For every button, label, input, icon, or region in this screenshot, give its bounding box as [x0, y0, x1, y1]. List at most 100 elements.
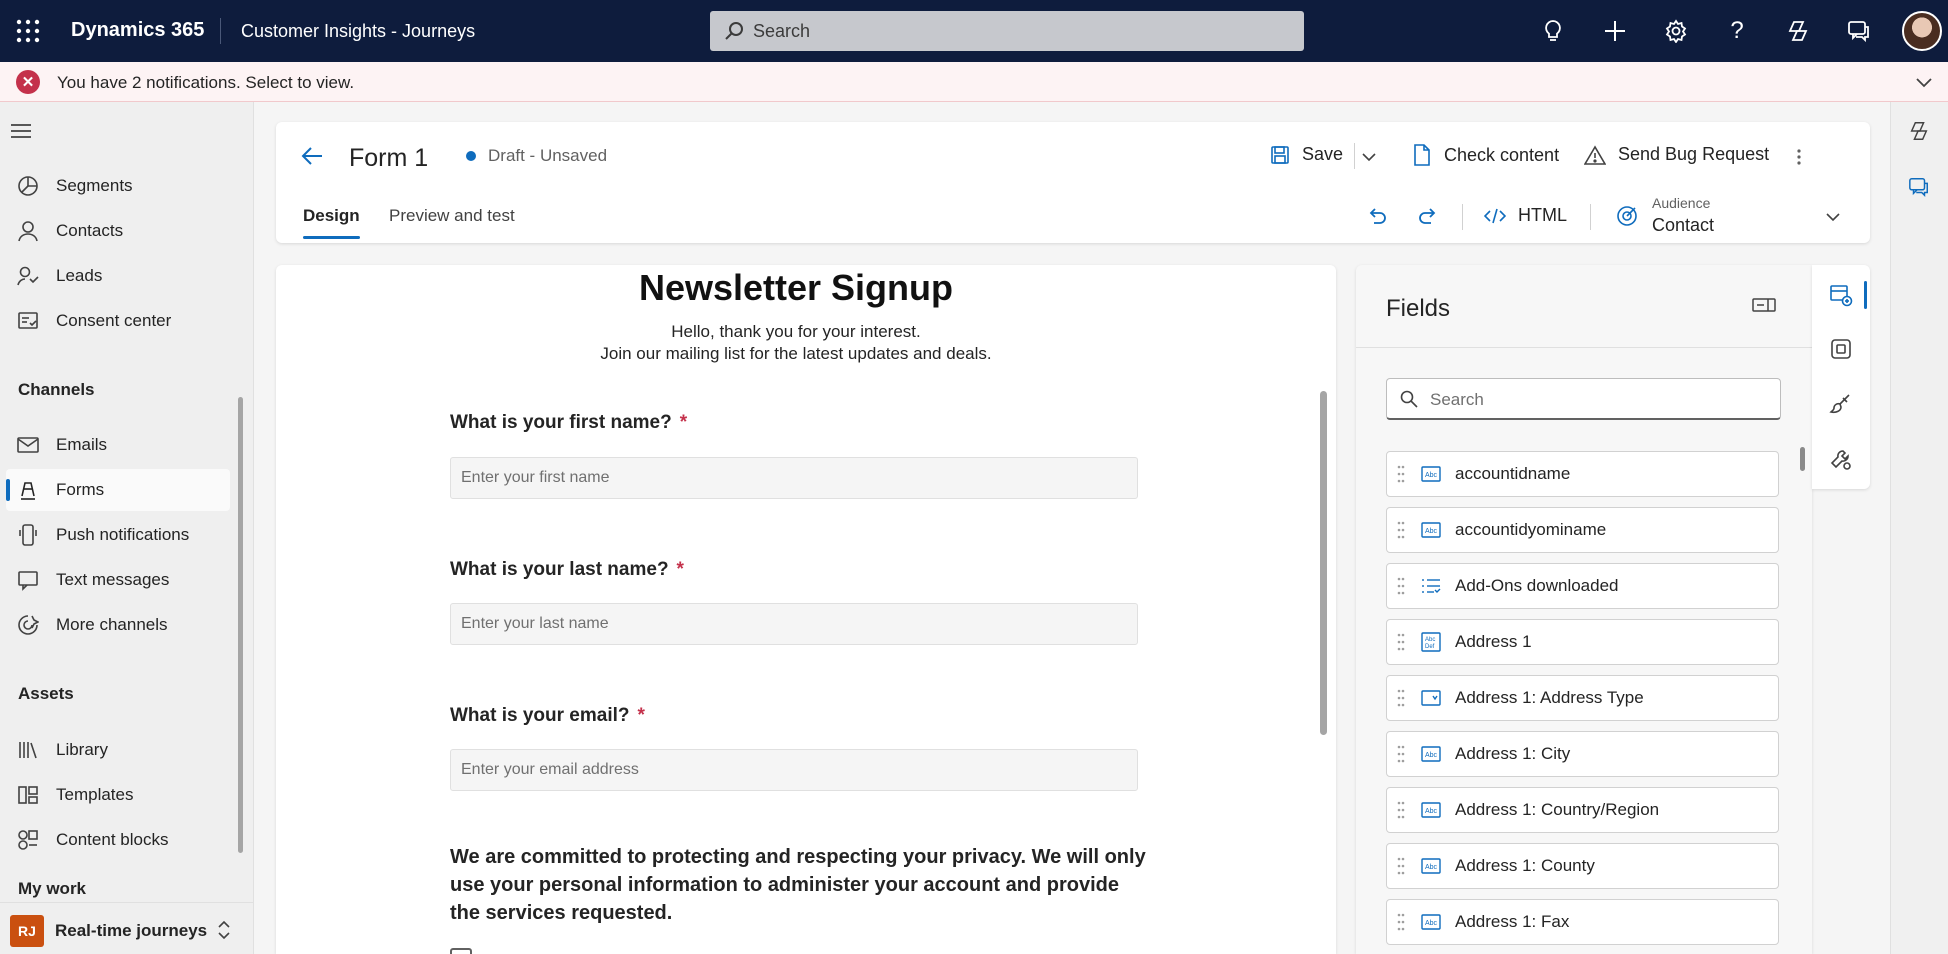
user-avatar[interactable]	[1902, 11, 1942, 51]
last-name-label[interactable]: What is your last name? *	[450, 559, 684, 581]
collapse-panel-icon[interactable]	[1752, 297, 1776, 313]
feedback-chat-icon[interactable]	[1844, 16, 1874, 46]
help-icon[interactable]: ?	[1722, 16, 1752, 46]
nav-item-contacts[interactable]: Contacts	[6, 210, 230, 252]
copilot-side-icon[interactable]	[1908, 120, 1930, 142]
undo-icon[interactable]	[1366, 205, 1388, 227]
email-field[interactable]: Enter your email address	[450, 749, 1138, 791]
nav-section-my-work: My work	[18, 879, 87, 898]
nav-item-segments[interactable]: Segments	[6, 165, 230, 207]
text-field-icon: Abc	[1421, 802, 1441, 818]
form-header: Form 1 Draft - Unsaved Save Check conten…	[276, 122, 1870, 243]
notification-bar[interactable]: ✕ You have 2 notifications. Select to vi…	[0, 62, 1948, 102]
conversation-side-icon[interactable]	[1908, 176, 1930, 198]
email-label[interactable]: What is your email? *	[450, 705, 645, 727]
nav-item-more-channels[interactable]: More channels	[6, 604, 230, 646]
nav-item-leads[interactable]: Leads	[6, 255, 230, 297]
send-bug-request-button[interactable]: Send Bug Request	[1584, 144, 1769, 165]
app-launcher-icon[interactable]	[14, 17, 42, 45]
area-switcher[interactable]: RJ Real-time journeys	[0, 902, 253, 954]
elements-icon[interactable]	[1829, 337, 1853, 361]
nav-item-label: Forms	[56, 480, 105, 499]
field-item-label: accountidname	[1455, 464, 1571, 483]
field-item[interactable]: Abc Address 1: County	[1386, 843, 1779, 889]
text-field-icon: Abc	[1421, 466, 1441, 482]
redo-icon[interactable]	[1417, 205, 1439, 227]
form-title[interactable]: Newsletter Signup	[276, 267, 1316, 309]
form-subtitle-line-1[interactable]: Hello, thank you for your interest.	[276, 322, 1316, 342]
add-icon[interactable]	[1600, 16, 1630, 46]
drag-handle-icon[interactable]	[1397, 520, 1407, 540]
settings-wrench-icon[interactable]	[1829, 448, 1853, 472]
drag-handle-icon[interactable]	[1397, 576, 1407, 596]
nav-item-content-blocks[interactable]: Content blocks	[6, 819, 230, 861]
nav-item-forms[interactable]: Forms	[6, 469, 230, 511]
check-content-button[interactable]: Check content	[1412, 144, 1559, 166]
first-name-label[interactable]: What is your first name? *	[450, 412, 687, 434]
drag-handle-icon[interactable]	[1397, 744, 1407, 764]
theme-brush-icon[interactable]	[1829, 392, 1853, 416]
notification-text[interactable]: You have 2 notifications. Select to view…	[57, 73, 354, 93]
search-icon	[1400, 390, 1418, 408]
field-item-label: Address 1: County	[1455, 856, 1595, 875]
nav-scrollbar[interactable]	[238, 397, 243, 853]
html-button[interactable]: HTML	[1484, 205, 1567, 226]
add-field-icon[interactable]	[1829, 283, 1853, 307]
nav-item-text-messages[interactable]: Text messages	[6, 559, 230, 601]
field-item[interactable]: Address 1: Address Type	[1386, 675, 1779, 721]
nav-item-label: Segments	[56, 176, 133, 195]
drag-handle-icon[interactable]	[1397, 464, 1407, 484]
field-item[interactable]: Abc accountidname	[1386, 451, 1779, 497]
form-subtitle-line-2[interactable]: Join our mailing list for the latest upd…	[276, 344, 1316, 364]
nav-item-library[interactable]: Library	[6, 729, 230, 771]
fields-search-input[interactable]: Search	[1386, 378, 1781, 420]
chevron-down-icon[interactable]	[1914, 72, 1934, 92]
field-item[interactable]: Abc Def Address 1	[1386, 619, 1779, 665]
audience-select[interactable]: Contact	[1652, 215, 1714, 236]
drag-handle-icon[interactable]	[1397, 800, 1407, 820]
drag-handle-icon[interactable]	[1397, 856, 1407, 876]
tab-preview-and-test[interactable]: Preview and test	[389, 206, 515, 226]
brand-name[interactable]: Dynamics 365	[71, 19, 204, 42]
field-item[interactable]: Abc Address 1: City	[1386, 731, 1779, 777]
drag-handle-icon[interactable]	[1397, 912, 1407, 932]
field-item[interactable]: Add-Ons downloaded	[1386, 563, 1779, 609]
nav-item-emails[interactable]: Emails	[6, 424, 230, 466]
save-options-chevron-icon[interactable]	[1360, 148, 1378, 166]
nav-item-label: Templates	[56, 785, 134, 804]
first-name-field[interactable]: Enter your first name	[450, 457, 1138, 499]
save-button[interactable]: Save	[1270, 144, 1343, 165]
global-search-input[interactable]: Search	[710, 11, 1304, 51]
canvas-scrollbar[interactable]	[1320, 391, 1327, 735]
field-item[interactable]: Abc Address 1: Country/Region	[1386, 787, 1779, 833]
drag-handle-icon[interactable]	[1397, 632, 1407, 652]
privacy-text[interactable]: We are committed to protecting and respe…	[450, 843, 1150, 927]
settings-gear-icon[interactable]	[1661, 16, 1691, 46]
consent-checkbox[interactable]	[450, 948, 472, 954]
last-name-field[interactable]: Enter your last name	[450, 603, 1138, 645]
nav-item-templates[interactable]: Templates	[6, 774, 230, 816]
toolbar-divider	[1462, 204, 1463, 230]
person-icon	[16, 219, 40, 243]
form-canvas[interactable]: Newsletter Signup Hello, thank you for y…	[276, 265, 1336, 954]
copilot-icon[interactable]	[1783, 16, 1813, 46]
field-item-label: Address 1: Address Type	[1455, 688, 1644, 707]
audience-chevron-down-icon[interactable]	[1824, 208, 1842, 226]
html-label: HTML	[1518, 205, 1567, 225]
fields-scrollbar[interactable]	[1800, 447, 1805, 471]
nav-item-consent-center[interactable]: Consent center	[6, 300, 230, 342]
app-name[interactable]: Customer Insights - Journeys	[241, 21, 475, 42]
svg-text:Def: Def	[1425, 644, 1435, 650]
more-options-icon[interactable]	[1796, 148, 1802, 166]
lightbulb-icon[interactable]	[1538, 16, 1568, 46]
field-item[interactable]: Abc Address 1: Fax	[1386, 899, 1779, 945]
back-arrow-icon[interactable]	[300, 144, 324, 168]
tab-design[interactable]: Design	[303, 206, 360, 239]
save-label: Save	[1302, 144, 1344, 164]
drag-handle-icon[interactable]	[1397, 688, 1407, 708]
field-item[interactable]: Abc accountidyominame	[1386, 507, 1779, 553]
nav-item-push-notifications[interactable]: Push notifications	[6, 514, 230, 556]
hamburger-menu-icon[interactable]	[10, 122, 32, 140]
panel-divider	[1356, 347, 1812, 348]
nav-section-assets: Assets	[18, 684, 74, 703]
